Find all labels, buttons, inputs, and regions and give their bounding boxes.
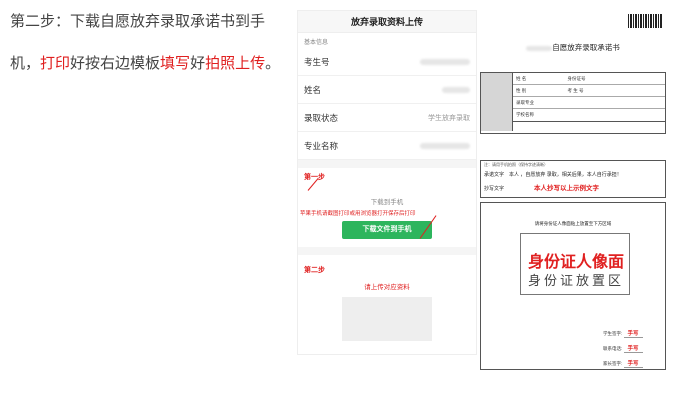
id-placement-label: 身份证放置区	[527, 273, 624, 288]
divider	[298, 160, 476, 168]
info-table: 姓 名 身份证号 性 别 考 生 号 录取专业 学校名称 学校地址	[480, 72, 666, 134]
copy-row: 抄写文字 本人抄写以上示例文字	[484, 185, 600, 192]
instruction-good: 好	[190, 55, 206, 72]
upload-label: 请上传对应资料	[364, 284, 410, 291]
table-row: 性 别 考 生 号	[513, 85, 665, 97]
copy-hint: 本人抄写以上示例文字	[534, 185, 600, 192]
promise-area: 注：请用手机拍照（保持字迹清晰） 承诺文字 本人 ，自愿放弃 录取，相关后果，本…	[480, 160, 666, 198]
instruction-end: 。	[265, 55, 281, 72]
field-label: 专业名称	[304, 140, 339, 151]
instruction-fill: 填写	[160, 55, 191, 72]
document-title-text: 自愿放弃录取承诺书	[552, 43, 620, 52]
id-caption: 请将身份证人像面贴上放置至下方区域	[534, 221, 612, 226]
instruction-line-1: 第二步：下载自愿放弃录取承诺书到手	[10, 10, 265, 31]
field-value-redacted	[420, 58, 470, 65]
field-row-status: 录取状态 学生放弃录取	[298, 104, 476, 132]
instruction-prefix: 机，	[10, 55, 41, 72]
promise-text: 承诺文字 本人 ，自愿放弃 录取，相关后果，本人自行承担！	[484, 172, 622, 178]
promise-document: 自愿放弃录取承诺书 姓 名 身份证号 性 别 考 生 号 录取专业 学校名称 学…	[478, 10, 668, 370]
divider	[298, 247, 476, 255]
field-value-redacted	[420, 142, 470, 149]
field-value-redacted	[442, 86, 470, 93]
redacted-name	[526, 45, 553, 51]
id-card-area: 请将身份证人像面贴上放置至下方区域 身份证人像面 身份证放置区 学生签字: 手写…	[480, 202, 666, 370]
phone-screenshot: 放弃录取资料上传 基本信息 考生号 姓名 录取状态 学生放弃录取 专业名称 第一…	[297, 10, 477, 355]
sign-row-student: 学生签字: 手写	[603, 329, 643, 338]
download-button[interactable]: 下载文件到手机	[342, 221, 432, 239]
page-title: 放弃录取资料上传	[298, 11, 476, 33]
step-1-label: 第一步	[304, 174, 325, 181]
field-row-exam-no: 考生号	[298, 48, 476, 76]
field-label: 录取状态	[304, 112, 339, 123]
instruction-photo: 拍照上传	[205, 55, 266, 72]
step-2-label: 第二步	[304, 267, 325, 274]
download-label: 下载到手机	[370, 199, 404, 206]
id-big-label: 身份证人像面	[527, 254, 624, 271]
field-row-major: 专业名称	[298, 132, 476, 160]
table-row: 姓 名 身份证号	[513, 73, 665, 85]
sign-row-parent: 家长签字: 手写	[603, 359, 643, 368]
table-row: 录取专业	[513, 97, 665, 109]
field-label: 姓名	[304, 84, 322, 95]
note-text: 注：请用手机拍照（保持字迹清晰）	[484, 162, 548, 167]
field-row-name: 姓名	[298, 76, 476, 104]
section-label: 基本信息	[304, 40, 329, 46]
table-row: 学校名称	[516, 112, 534, 117]
instruction-mid: 好按右边模板	[70, 55, 161, 72]
instruction-print: 打印	[40, 55, 71, 72]
id-frame: 身份证人像面 身份证放置区	[520, 233, 630, 295]
barcode-icon	[628, 14, 662, 28]
instruction-line-2: 机，打印好按右边模板填写好拍照上传。	[10, 52, 280, 73]
upload-box[interactable]	[342, 297, 432, 341]
field-value: 学生放弃录取	[428, 114, 470, 122]
document-title: 自愿放弃录取承诺书	[478, 42, 668, 53]
ios-tip: 苹果手机请截图打印或用浏览器打开保存后打印	[300, 211, 416, 217]
instruction-text-1: 第二步：下载自愿放弃录取承诺书到手	[10, 13, 266, 30]
sign-row-phone: 联系电话: 手写	[603, 344, 643, 353]
field-label: 考生号	[304, 56, 330, 67]
photo-placeholder	[481, 73, 513, 131]
